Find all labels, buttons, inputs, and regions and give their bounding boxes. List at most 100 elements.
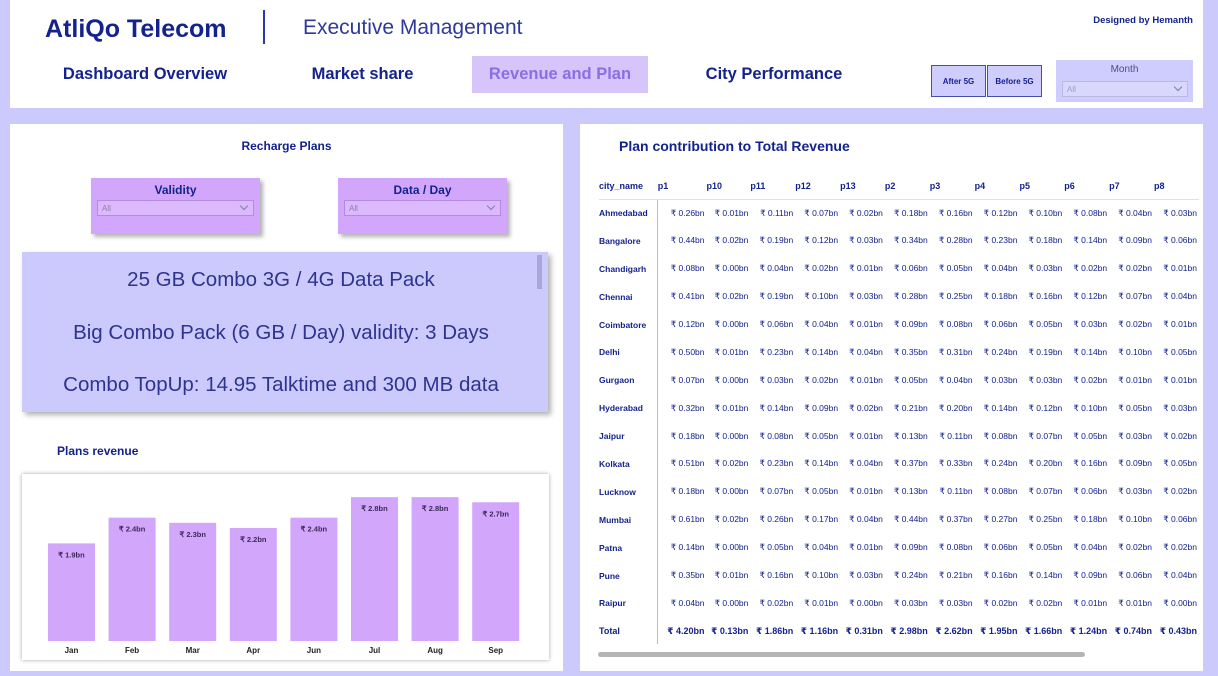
city-name-cell: Lucknow — [599, 477, 659, 506]
bar-jun[interactable] — [290, 517, 338, 641]
column-header-p8[interactable]: p8 — [1153, 174, 1199, 200]
revenue-cell: ₹ 0.41bn — [670, 291, 705, 302]
nav-revenue-and-plan[interactable]: Revenue and Plan — [472, 56, 648, 93]
bar-feb[interactable] — [108, 517, 156, 641]
revenue-cell: ₹ 0.50bn — [670, 346, 705, 357]
column-header-p2[interactable]: p2 — [884, 174, 930, 200]
revenue-cell: ₹ 0.02bn — [759, 597, 794, 608]
revenue-cell: ₹ 0.03bn — [849, 291, 883, 302]
x-tick-label: Jan — [65, 646, 79, 655]
nav-city-performance[interactable]: City Performance — [690, 56, 858, 93]
revenue-cell: ₹ 0.04bn — [759, 263, 794, 274]
revenue-cell: ₹ 0.44bn — [893, 514, 928, 525]
city-name-cell: Chennai — [599, 282, 659, 311]
column-header-city[interactable]: city_name — [599, 174, 658, 200]
column-header-p7[interactable]: p7 — [1109, 174, 1154, 200]
bar-value-label: ₹ 2.4bn — [301, 525, 328, 534]
revenue-cell: ₹ 0.14bn — [1073, 235, 1108, 246]
revenue-cell: ₹ 0.12bn — [1028, 402, 1063, 413]
revenue-cell: ₹ 0.61bn — [670, 514, 705, 525]
revenue-cell: ₹ 0.08bn — [938, 319, 973, 329]
revenue-cell: ₹ 0.03bn — [759, 374, 794, 385]
revenue-cell: ₹ 0.05bn — [1028, 542, 1063, 553]
revenue-cell: ₹ 0.02bn — [714, 458, 749, 469]
table-row: Chennai ₹ 0.41bn ₹ 0.02bn ₹ 0.19bn ₹ 0.10bn ₹… — [599, 282, 1199, 311]
column-header-p1[interactable]: p1 — [657, 174, 707, 200]
revenue-cell: ₹ 0.31bn — [938, 346, 973, 357]
bar-jul[interactable] — [351, 497, 398, 641]
revenue-cell: ₹ 0.09bn — [893, 319, 928, 329]
revenue-cell: ₹ 0.04bn — [983, 263, 1018, 274]
revenue-cell: ₹ 0.10bn — [1073, 402, 1108, 413]
column-header-p12[interactable]: p12 — [795, 174, 841, 200]
table-horizontal-scrollbar[interactable] — [598, 652, 1085, 657]
nav-market-share[interactable]: Market share — [285, 56, 440, 93]
table-row: Raipur ₹ 0.04bn ₹ 0.00bn ₹ 0.02bn ₹ 0.01bn ₹ … — [599, 589, 1199, 618]
after-5g-button[interactable]: After 5G — [931, 65, 986, 97]
revenue-cell: ₹ 0.01bn — [1073, 597, 1108, 608]
plans-list-card[interactable]: 25 GB Combo 3G / 4G Data Pack Big Combo … — [22, 252, 548, 412]
revenue-cell: ₹ 0.01bn — [714, 207, 749, 218]
revenue-cell: ₹ 0.02bn — [1163, 486, 1197, 497]
total-cell: ₹ 0.43bn — [1159, 625, 1197, 636]
revenue-cell: ₹ 0.06bn — [893, 263, 928, 274]
brand-title: AtliQo Telecom — [45, 15, 227, 43]
total-cell: ₹ 1.86bn — [755, 625, 794, 636]
before-5g-button[interactable]: Before 5G — [987, 65, 1042, 97]
chevron-down-icon — [1173, 82, 1183, 92]
revenue-cell: ₹ 0.01bn — [714, 402, 749, 413]
revenue-cell: ₹ 0.18bn — [1073, 514, 1108, 525]
revenue-cell: ₹ 0.09bn — [893, 542, 928, 553]
revenue-cell: ₹ 0.18bn — [983, 291, 1018, 302]
plan-contribution-table[interactable]: city_name p1 p10 p11 p12 p13 p2 p3 p4 p5 p6 p7 p8 Ah… — [599, 174, 1199, 644]
revenue-cell: ₹ 0.01bn — [1118, 597, 1152, 608]
data-per-day-dropdown[interactable]: All — [344, 200, 501, 216]
revenue-cell: ₹ 0.02bn — [1163, 542, 1197, 553]
revenue-cell: ₹ 0.00bn — [714, 597, 749, 608]
bar-sep[interactable] — [472, 502, 520, 641]
revenue-cell: ₹ 0.07bn — [670, 374, 705, 385]
column-header-p3[interactable]: p3 — [929, 174, 975, 200]
column-header-p4[interactable]: p4 — [974, 174, 1020, 200]
bar-mar[interactable] — [169, 522, 217, 641]
revenue-cell: ₹ 0.12bn — [1073, 291, 1108, 302]
revenue-cell: ₹ 0.18bn — [670, 486, 705, 497]
recharge-panel: Recharge Plans Validity All Data / Day A… — [10, 124, 563, 671]
revenue-cell: ₹ 0.02bn — [849, 207, 883, 218]
plans-scrollbar[interactable] — [537, 255, 542, 289]
revenue-cell: ₹ 0.16bn — [1073, 458, 1108, 469]
revenue-cell: ₹ 0.02bn — [983, 597, 1018, 608]
column-header-p6[interactable]: p6 — [1064, 174, 1110, 200]
revenue-cell: ₹ 0.00bn — [714, 542, 749, 553]
revenue-cell: ₹ 0.32bn — [670, 402, 705, 413]
validity-dropdown[interactable]: All — [97, 200, 254, 216]
x-tick-label: Jun — [307, 646, 321, 655]
column-header-p11[interactable]: p11 — [750, 174, 796, 200]
revenue-cell: ₹ 0.14bn — [804, 458, 839, 469]
month-dropdown[interactable]: All — [1062, 81, 1188, 97]
revenue-cell: ₹ 0.18bn — [893, 207, 928, 218]
month-value: All — [1067, 85, 1076, 94]
revenue-cell: ₹ 0.03bn — [893, 597, 928, 608]
revenue-matrix: city_name p1 p10 p11 p12 p13 p2 p3 p4 p5 p6 p7 p8 Ah… — [599, 174, 1199, 644]
column-header-p13[interactable]: p13 — [840, 174, 885, 200]
column-header-p10[interactable]: p10 — [706, 174, 751, 200]
bar-apr[interactable] — [229, 527, 277, 641]
revenue-cell: ₹ 0.01bn — [1163, 319, 1197, 329]
revenue-cell: ₹ 0.04bn — [849, 346, 883, 357]
nav-dashboard-overview[interactable]: Dashboard Overview — [50, 56, 240, 93]
revenue-cell: ₹ 0.24bn — [983, 346, 1018, 357]
month-label: Month — [1110, 64, 1139, 75]
revenue-cell: ₹ 0.03bn — [1118, 486, 1152, 497]
total-label: Total — [599, 617, 659, 644]
bar-aug[interactable] — [411, 497, 459, 641]
column-header-p5[interactable]: p5 — [1019, 174, 1065, 200]
revenue-cell: ₹ 0.08bn — [983, 430, 1018, 441]
city-name-cell: Patna — [599, 533, 659, 562]
plan-item: 25 GB Combo 3G / 4G Data Pack — [127, 268, 435, 291]
revenue-cell: ₹ 0.14bn — [1073, 346, 1108, 357]
revenue-cell: ₹ 0.23bn — [983, 235, 1018, 246]
revenue-cell: ₹ 0.10bn — [1118, 514, 1152, 525]
revenue-cell: ₹ 0.11bn — [939, 430, 973, 441]
revenue-cell: ₹ 0.03bn — [1028, 263, 1063, 274]
